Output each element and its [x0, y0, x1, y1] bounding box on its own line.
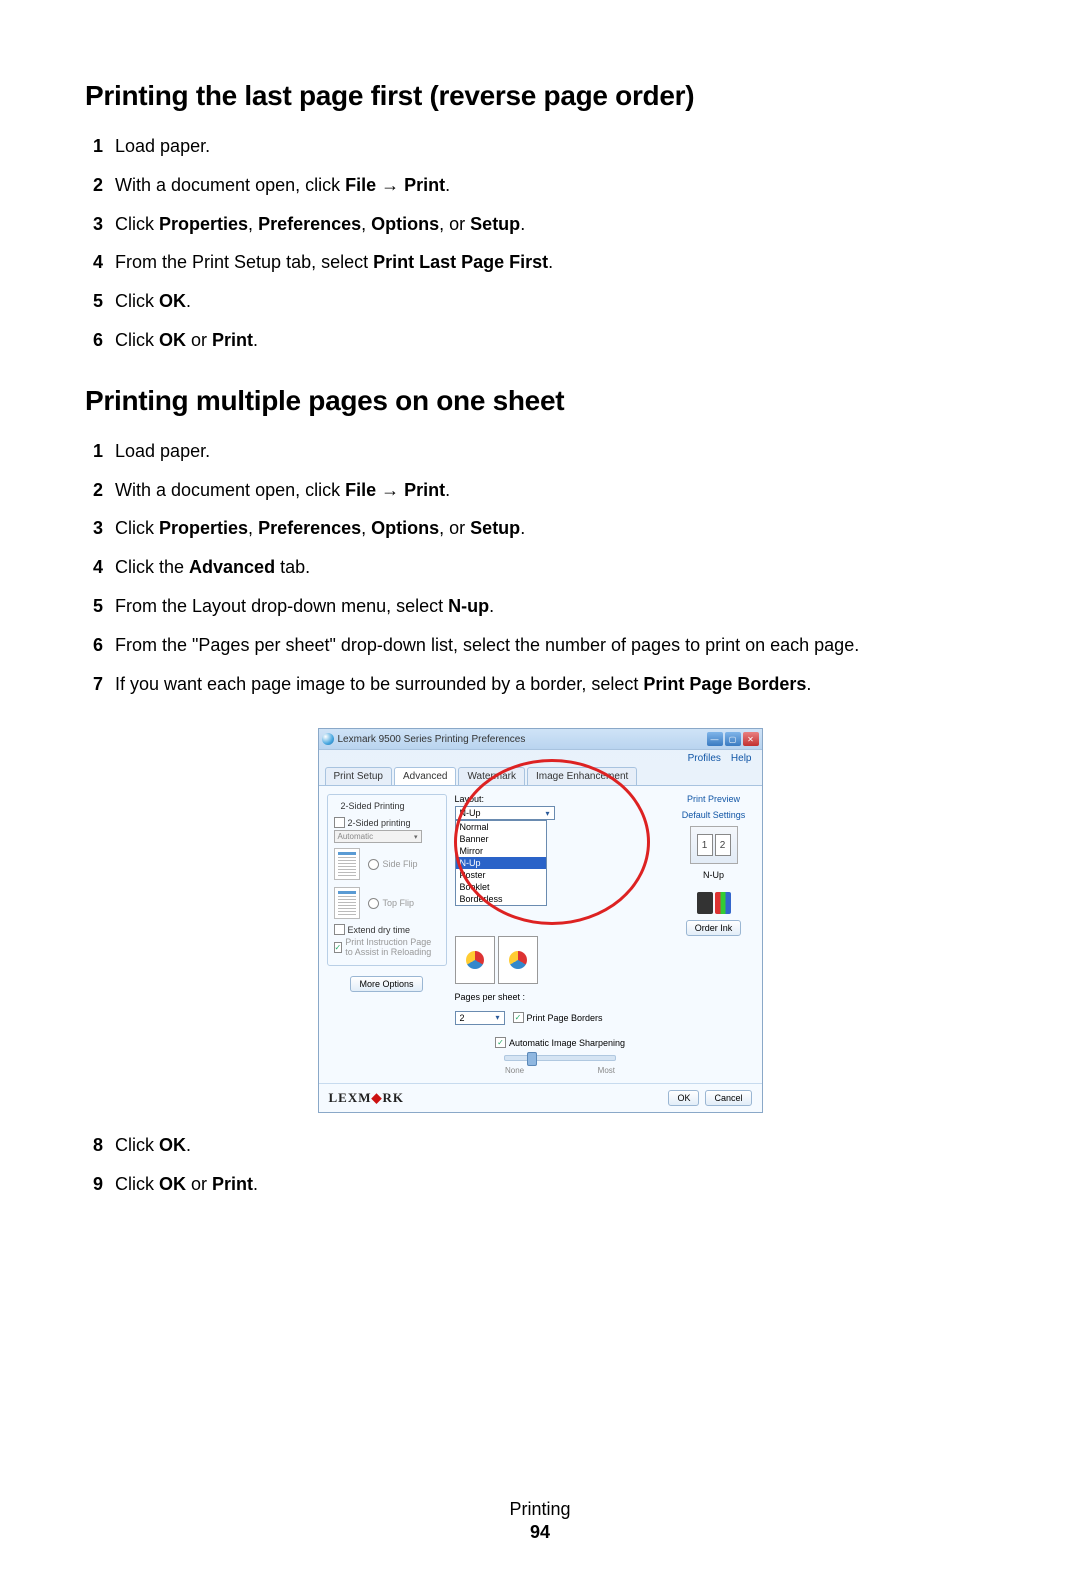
pie-icon [509, 951, 527, 969]
lexmark-logo: LEXM◆RK [329, 1090, 405, 1106]
step-item: 7If you want each page image to be surro… [85, 670, 995, 699]
layout-option[interactable]: Borderless [456, 893, 546, 905]
maximize-button[interactable]: ▢ [725, 732, 741, 746]
label-side-flip: Side Flip [383, 859, 418, 869]
label-print-instr: Print Instruction Page to Assist in Relo… [345, 937, 439, 957]
tab-image-enhancement[interactable]: Image Enhancement [527, 767, 637, 785]
checkbox-auto-sharpen[interactable]: ✓ [495, 1037, 506, 1048]
heading-reverse-order: Printing the last page first (reverse pa… [85, 80, 995, 112]
profiles-menu[interactable]: Profiles [688, 753, 721, 764]
combo-automatic[interactable]: Automatic [334, 830, 422, 843]
pie-icon [466, 951, 484, 969]
label-extend-dry: Extend dry time [348, 925, 411, 935]
layout-preview [455, 936, 666, 984]
steps-section-2b: 8Click OK. 9Click OK or Print. [85, 1131, 995, 1199]
nup-caption: N-Up [703, 870, 724, 880]
step-item: 5Click OK. [85, 287, 995, 316]
order-ink-button[interactable]: Order Ink [686, 920, 742, 936]
layout-option[interactable]: Booklet [456, 881, 546, 893]
layout-option[interactable]: Banner [456, 833, 546, 845]
step-item: 1Load paper. [85, 437, 995, 466]
close-button[interactable]: ✕ [743, 732, 759, 746]
layout-option[interactable]: Mirror [456, 845, 546, 857]
steps-section-1: 1Load paper. 2With a document open, click… [85, 132, 995, 355]
slider-max-label: Most [598, 1066, 615, 1075]
layout-option[interactable]: Normal [456, 821, 546, 833]
thumb-side-flip-icon [334, 848, 360, 880]
label-print-borders: Print Page Borders [527, 1013, 603, 1023]
step-item: 6From the "Pages per sheet" drop-down li… [85, 631, 995, 660]
tab-watermark[interactable]: Watermark [458, 767, 525, 785]
layout-option[interactable]: Poster [456, 869, 546, 881]
layout-combo[interactable]: N-Up▾ [455, 806, 555, 820]
layout-dropdown[interactable]: NormalBannerMirrorN-UpPosterBookletBorde… [455, 820, 547, 906]
two-sided-title: 2-Sided Printing [338, 801, 408, 811]
step-item: 3Click Properties, Preferences, Options,… [85, 514, 995, 543]
pps-label: Pages per sheet : [455, 992, 526, 1002]
label-top-flip: Top Flip [383, 898, 415, 908]
step-item: 2With a document open, click File → Prin… [85, 171, 995, 200]
checkbox-print-borders[interactable]: ✓ [513, 1012, 524, 1023]
printing-preferences-dialog: Lexmark 9500 Series Printing Preferences… [318, 728, 763, 1113]
step-item: 6Click OK or Print. [85, 326, 995, 355]
dialog-titlebar: Lexmark 9500 Series Printing Preferences… [319, 729, 762, 750]
step-item: 5From the Layout drop-down menu, select … [85, 592, 995, 621]
checkbox-print-instr[interactable]: ✓ [334, 942, 343, 953]
page-footer: Printing 94 [85, 1499, 995, 1543]
minimize-button[interactable]: — [707, 732, 723, 746]
steps-section-2a: 1Load paper. 2With a document open, click… [85, 437, 995, 699]
checkbox-extend-dry[interactable] [334, 924, 345, 935]
step-item: 4Click the Advanced tab. [85, 553, 995, 582]
default-settings-link[interactable]: Default Settings [682, 810, 746, 820]
ok-button[interactable]: OK [668, 1090, 699, 1106]
pps-combo[interactable]: 2▾ [455, 1011, 505, 1025]
radio-side-flip[interactable] [368, 859, 379, 870]
step-item: 2With a document open, click File → Prin… [85, 476, 995, 505]
print-preview-link[interactable]: Print Preview [687, 794, 740, 804]
dialog-title: Lexmark 9500 Series Printing Preferences [338, 734, 707, 745]
tab-print-setup[interactable]: Print Setup [325, 767, 392, 785]
layout-label: Layout: [455, 794, 666, 804]
step-item: 9Click OK or Print. [85, 1170, 995, 1199]
tab-row: Print SetupAdvancedWatermarkImage Enhanc… [319, 767, 762, 786]
app-icon [322, 733, 334, 745]
step-item: 8Click OK. [85, 1131, 995, 1160]
step-item: 4From the Print Setup tab, select Print … [85, 248, 995, 277]
sharpen-slider[interactable] [504, 1055, 616, 1061]
step-item: 3Click Properties, Preferences, Options,… [85, 210, 995, 239]
layout-option[interactable]: N-Up [456, 857, 546, 869]
radio-top-flip[interactable] [368, 898, 379, 909]
step-item: 1Load paper. [85, 132, 995, 161]
label-auto-sharpen: Automatic Image Sharpening [509, 1038, 625, 1048]
nup-preview-icon: 12 [690, 826, 738, 864]
help-menu[interactable]: Help [731, 753, 752, 764]
thumb-top-flip-icon [334, 887, 360, 919]
cancel-button[interactable]: Cancel [705, 1090, 751, 1106]
checkbox-2sided[interactable] [334, 817, 345, 828]
more-options-button[interactable]: More Options [350, 976, 422, 992]
two-sided-fieldset: 2-Sided Printing 2-Sided printing Automa… [327, 794, 447, 966]
heading-multi-page: Printing multiple pages on one sheet [85, 385, 995, 417]
ink-icons [697, 892, 731, 914]
slider-min-label: None [505, 1066, 524, 1075]
label-2sided: 2-Sided printing [348, 818, 411, 828]
tab-advanced[interactable]: Advanced [394, 767, 456, 785]
